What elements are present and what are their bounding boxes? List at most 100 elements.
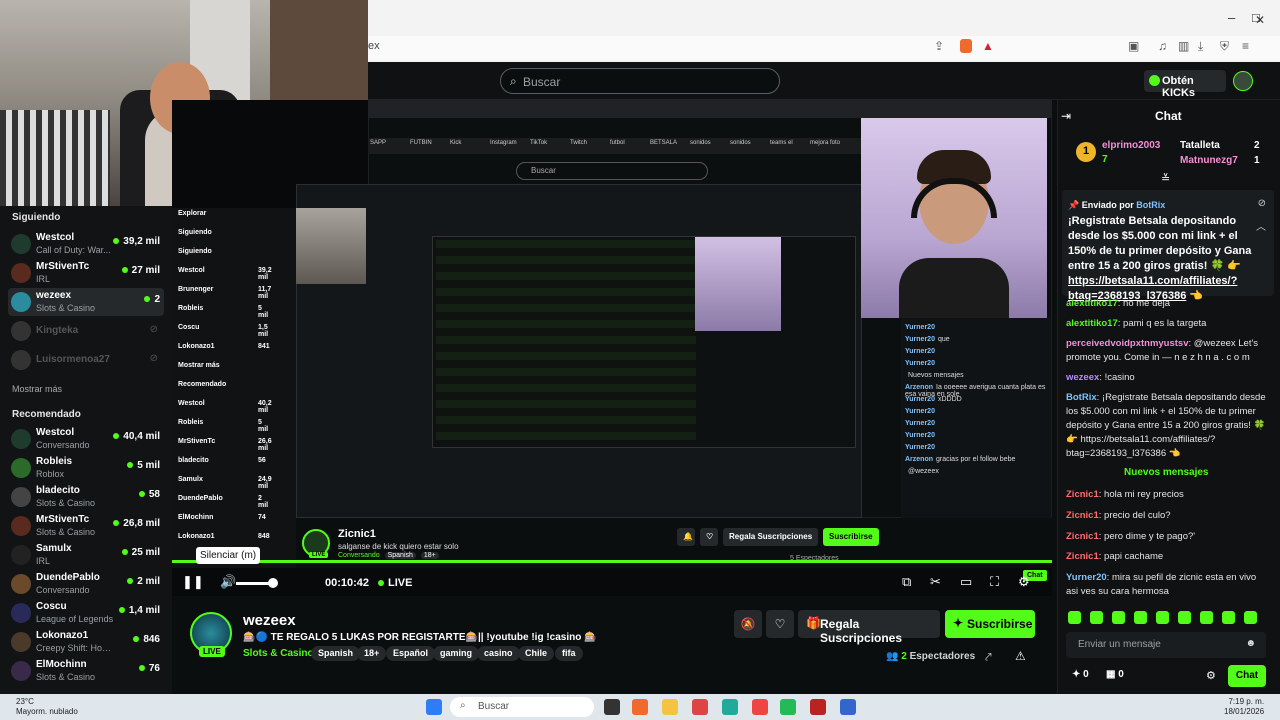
close-window-button[interactable]: ✕ — [1255, 13, 1265, 27]
subscribe-button[interactable]: ✦ Suscribirse — [945, 610, 1035, 638]
tag-casino[interactable]: casino — [477, 646, 520, 661]
chat-input[interactable]: Enviar un mensaje ☻ — [1066, 632, 1266, 658]
chat-username[interactable]: alextitiko17 — [1066, 318, 1118, 329]
tag-fifa[interactable]: fifa — [555, 646, 583, 661]
channel-name[interactable]: wezeex — [243, 612, 296, 629]
clock[interactable]: 7:19 p. m. 18/01/2026 — [1224, 697, 1264, 717]
emote-icon[interactable] — [1156, 611, 1169, 624]
minimize-button[interactable]: – — [1228, 10, 1235, 25]
sidebar-item-wezeex[interactable]: wezeex Slots & Casino 2 — [8, 288, 164, 316]
tag-spanish[interactable]: Spanish — [311, 646, 361, 661]
emoji-icon[interactable]: ☻ — [1245, 638, 1256, 649]
media-icon[interactable]: ♫ — [1158, 39, 1167, 53]
emote-icon[interactable] — [1200, 611, 1213, 624]
start-icon[interactable] — [426, 699, 442, 715]
chat-username[interactable]: Zicnic1 — [1066, 531, 1099, 542]
sidebar-item-recommended[interactable]: Coscu League of Legends 1,4 mil — [8, 599, 164, 627]
task-view-icon[interactable] — [604, 699, 620, 715]
app4-icon[interactable] — [840, 699, 856, 715]
volume-handle[interactable] — [268, 578, 278, 588]
settings-icon[interactable]: ⚙ — [1018, 574, 1030, 590]
sidebar-item-mrstiventc[interactable]: MrStivenTc IRL 27 mil — [8, 259, 164, 287]
notifications-off-icon[interactable]: 🔕 — [734, 610, 762, 638]
weather-widget[interactable]: 23°C Mayorm. nublado — [16, 697, 78, 717]
leader-name[interactable]: Matnunezg7 — [1180, 155, 1238, 166]
sidebar-item-recommended[interactable]: ElMochinn Slots & Casino 76 — [8, 657, 164, 685]
tag-chile[interactable]: Chile — [518, 646, 555, 661]
chat-username[interactable]: Zicnic1 — [1066, 510, 1099, 521]
emote-icon[interactable] — [1134, 611, 1147, 624]
emote-icon[interactable] — [1112, 611, 1125, 624]
user-avatar[interactable] — [1233, 71, 1253, 91]
chat-username[interactable]: Zicnic1 — [1066, 551, 1099, 562]
download-icon[interactable]: ⤓ — [1198, 39, 1203, 54]
sidebar-item-recommended[interactable]: bladecito Slots & Casino 58 — [8, 483, 164, 511]
send-chat-button[interactable]: Chat — [1228, 665, 1266, 687]
gift-subs-button[interactable]: 🎁 Regala Suscripciones — [798, 610, 940, 645]
theater-icon[interactable]: ▭ — [960, 574, 972, 590]
brave-rewards-icon[interactable]: ▲ — [982, 39, 994, 53]
fullscreen-icon[interactable]: ⛶ — [990, 574, 999, 590]
emote-icon[interactable] — [1178, 611, 1191, 624]
sidebar-item-recommended[interactable]: Westcol Conversando 40,4 mil — [8, 425, 164, 453]
unpin-icon[interactable]: ⊘ — [1258, 198, 1266, 209]
leader-name[interactable]: Tatalleta — [1180, 140, 1220, 151]
emote-icon[interactable] — [1222, 611, 1235, 624]
report-icon[interactable]: ⚠ — [1015, 649, 1026, 663]
address-bar[interactable]: ex ⇪ ▲ ▣ ♫ ▥ ⤓ ⛨ ≡ — [368, 36, 1280, 60]
share-icon[interactable]: ⇪ — [934, 39, 944, 53]
emote-icon[interactable] — [1068, 611, 1081, 624]
pip-icon[interactable]: ⧉ — [902, 574, 911, 590]
sidebar-item-recommended[interactable]: DuendePablo Conversando 2 mil — [8, 570, 164, 598]
tag-18plus[interactable]: 18+ — [357, 646, 387, 661]
bot-name[interactable]: BotRix — [1136, 200, 1165, 210]
volume-icon[interactable]: 🔊 — [220, 574, 236, 590]
live-progress-bar[interactable] — [172, 560, 1052, 563]
sidebar-item-kingteka[interactable]: Kingteka ⊘ — [8, 317, 164, 345]
tag-gaming[interactable]: gaming — [433, 646, 480, 661]
emote-icon[interactable] — [1244, 611, 1257, 624]
sidebar-item-luisormenoa27[interactable]: Luisormenoa27 ⊘ — [8, 346, 164, 374]
vpn-icon[interactable]: ⛨ — [1220, 39, 1229, 54]
edge-icon[interactable] — [722, 699, 738, 715]
brave-shield-icon[interactable] — [960, 39, 972, 53]
app3-icon[interactable] — [810, 699, 826, 715]
expand-leaderboard-icon[interactable]: ≚ — [1161, 172, 1170, 185]
stream-category[interactable]: Slots & Casino — [243, 648, 314, 659]
show-more-link[interactable]: Mostrar más — [12, 384, 62, 394]
sidebar-item-recommended[interactable]: Samulx IRL 25 mil — [8, 541, 164, 569]
chat-username[interactable]: Zicnic1 — [1066, 489, 1099, 500]
live-indicator[interactable]: LIVE — [378, 577, 412, 589]
sidebar-item-recommended[interactable]: Robleis Roblox 5 mil — [8, 454, 164, 482]
taskbar-search[interactable]: ⌕ Buscar — [450, 697, 594, 717]
chat-username[interactable]: wezeex — [1066, 372, 1099, 383]
chat-username[interactable]: alextitiko17 — [1066, 298, 1118, 309]
clip-icon[interactable]: ✂ — [930, 574, 941, 590]
collapse-chat-icon[interactable]: ⇥ — [1061, 109, 1071, 123]
menu-icon[interactable]: ≡ — [1242, 39, 1249, 53]
get-kicks-button[interactable]: Obtén KICKs — [1144, 70, 1226, 99]
new-messages-divider[interactable]: Nuevos mensajes — [1124, 467, 1209, 478]
app2-icon[interactable] — [780, 699, 796, 715]
tag-espanol[interactable]: Español — [386, 646, 436, 661]
sidebar-item-westcol[interactable]: Westcol Call of Duty: War... 39,2 mil — [8, 230, 164, 258]
drops-display[interactable]: ▦ 0 — [1106, 669, 1124, 680]
app-icon[interactable] — [692, 699, 708, 715]
emote-icon[interactable] — [1090, 611, 1103, 624]
points-display[interactable]: ✦ 0 — [1072, 669, 1089, 680]
pause-icon[interactable]: ❚❚ — [182, 574, 204, 590]
chat-settings-icon[interactable]: ⚙ — [1206, 669, 1216, 682]
tab-icon[interactable]: ▣ — [1128, 39, 1139, 53]
chat-username[interactable]: BotRix — [1066, 392, 1097, 403]
search-input[interactable]: ⌕ Buscar — [500, 68, 780, 94]
chat-username[interactable]: Yurner20 — [1066, 572, 1107, 583]
sidebar-item-recommended[interactable]: MrStivenTc Slots & Casino 26,8 mil — [8, 512, 164, 540]
sidebar-icon[interactable]: ▥ — [1178, 39, 1189, 53]
brave-icon[interactable] — [632, 699, 648, 715]
share-icon[interactable]: ⤤ — [985, 650, 992, 665]
volume-slider[interactable] — [236, 582, 272, 585]
chrome-icon[interactable] — [752, 699, 768, 715]
explorer-icon[interactable] — [662, 699, 678, 715]
leader-name[interactable]: elprimo2003 — [1102, 140, 1160, 151]
sidebar-item-recommended[interactable]: Lokonazo1 Creepy Shift: House f... 846 — [8, 628, 164, 656]
